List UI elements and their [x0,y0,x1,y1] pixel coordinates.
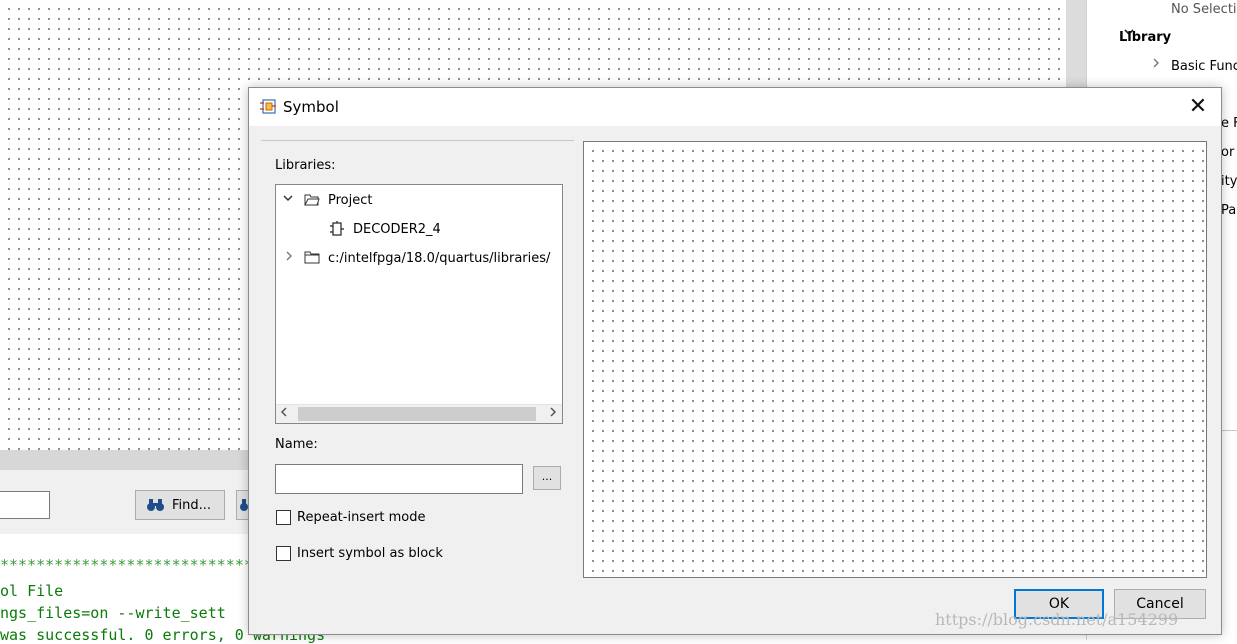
basic-functions-node[interactable]: Basic Func [1171,59,1237,74]
tree-item-project[interactable]: Project [328,193,372,208]
name-input[interactable] [275,464,523,494]
insert-block-label[interactable]: Insert symbol as block [297,546,443,561]
chevron-right-icon[interactable] [1151,57,1161,73]
console-line: ngs_files=on --write_sett [0,604,226,622]
chevron-right-icon[interactable] [284,250,294,265]
chevron-down-icon[interactable] [282,192,294,207]
folder-icon [304,251,320,268]
separator [261,140,574,141]
dialog-title: Symbol [283,98,339,116]
repeat-insert-checkbox[interactable] [276,510,291,525]
folder-open-icon [304,193,320,210]
libraries-label: Libraries: [275,158,336,173]
binoculars-icon [146,498,166,516]
libraries-tree[interactable]: Project DECODER2_4 c:/intelfpga/18.0/qua… [275,184,563,424]
panel-item-fragment[interactable]: e F [1221,116,1237,131]
tree-item-decoder[interactable]: DECODER2_4 [353,222,441,237]
close-icon[interactable]: ✕ [1175,88,1221,126]
panel-item-fragment[interactable]: or [1221,145,1237,160]
library-node[interactable]: Library [1119,30,1171,45]
browse-button[interactable]: ... [533,466,561,490]
symbol-dialog: Symbol ✕ Libraries: Project DECODER2_4 c… [248,87,1222,635]
watermark: https://blog.csdn.net/a154299 [935,610,1179,629]
dialog-titlebar[interactable]: Symbol ✕ [249,88,1221,126]
message-search-input[interactable] [0,491,50,519]
scroll-thumb[interactable] [298,407,536,421]
symbol-app-icon [259,97,277,115]
no-selection-text: No Selecti [1171,2,1237,17]
tree-item-library-path[interactable]: c:/intelfpga/18.0/quartus/libraries/ [328,251,550,266]
insert-block-checkbox[interactable] [276,546,291,561]
scroll-right-icon[interactable] [549,406,557,421]
console-line: ol File [0,582,64,600]
find-button-label: Find... [172,498,212,513]
symbol-icon [330,221,344,241]
tree-horizontal-scrollbar[interactable] [276,404,562,423]
symbol-preview [583,141,1207,578]
scroll-left-icon[interactable] [280,406,288,421]
name-label: Name: [275,437,318,452]
panel-item-fragment[interactable]: ity [1221,174,1237,189]
find-button[interactable]: Find... [135,490,225,520]
panel-item-fragment[interactable]: Pa [1221,203,1237,218]
repeat-insert-label[interactable]: Repeat-insert mode [297,510,426,525]
